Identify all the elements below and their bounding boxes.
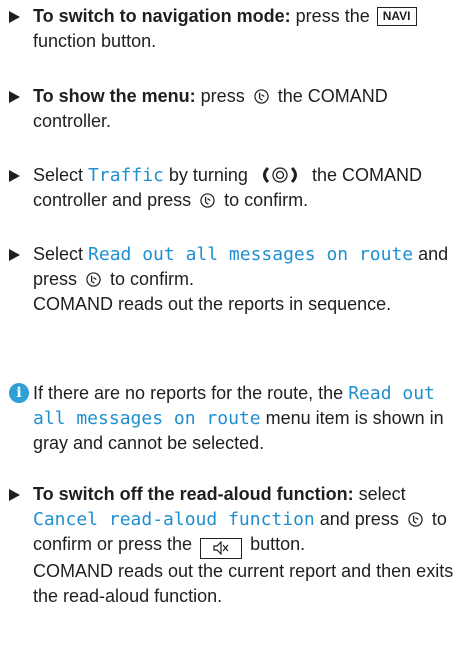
step-text: select xyxy=(353,484,406,504)
info-icon: i xyxy=(9,383,29,403)
step-arrow-icon xyxy=(9,91,20,103)
step-text: Select xyxy=(33,165,89,185)
step-heading: To switch off the read-aloud function: xyxy=(33,484,354,504)
step-text: and press xyxy=(314,509,404,529)
step-heading: To switch to navigation mode: xyxy=(33,6,291,26)
controller-press-icon xyxy=(200,193,215,208)
info-note: i If there are no reports for the route,… xyxy=(9,381,461,456)
step-select-traffic: Select Traffic by turning the COMAND con… xyxy=(9,163,461,213)
controller-press-icon xyxy=(86,272,101,287)
mute-button-icon xyxy=(200,538,243,559)
step-arrow-icon xyxy=(9,170,20,182)
step-switch-off-read-aloud: To switch off the read-aloud function: s… xyxy=(9,482,461,609)
navi-key-icon: NAVI xyxy=(376,7,417,26)
step-result-text: COMAND reads out the current report and … xyxy=(33,561,454,606)
controller-turn-icon xyxy=(262,166,297,184)
step-arrow-icon xyxy=(9,11,20,23)
step-text: press xyxy=(195,86,250,106)
step-show-menu: To show the menu: press the COMAND contr… xyxy=(9,84,461,134)
menu-item-cancel-read-aloud: Cancel read-aloud function xyxy=(33,509,315,530)
step-text: press the xyxy=(290,6,375,26)
step-text: to confirm. xyxy=(105,269,195,289)
menu-item-read-out-all: Read out all messages on route xyxy=(88,244,414,265)
manual-page: To switch to navigation mode: press the … xyxy=(0,0,464,669)
step-read-out-all: Select Read out all messages on route an… xyxy=(9,242,461,317)
step-arrow-icon xyxy=(9,489,20,501)
step-arrow-icon xyxy=(9,249,20,261)
step-navigation-mode: To switch to navigation mode: press the … xyxy=(9,4,461,54)
step-text: to confirm. xyxy=(219,190,309,210)
step-result-text: COMAND reads out the reports in sequence… xyxy=(33,294,392,314)
step-text: Select xyxy=(33,244,89,264)
controller-press-icon xyxy=(408,512,423,527)
step-text: by turning xyxy=(163,165,253,185)
menu-item-traffic: Traffic xyxy=(88,165,164,186)
step-text: button. xyxy=(245,534,306,554)
note-text: If there are no reports for the route, t… xyxy=(33,383,349,403)
controller-press-icon xyxy=(254,89,269,104)
step-heading: To show the menu: xyxy=(33,86,196,106)
step-text: function button. xyxy=(33,31,157,51)
